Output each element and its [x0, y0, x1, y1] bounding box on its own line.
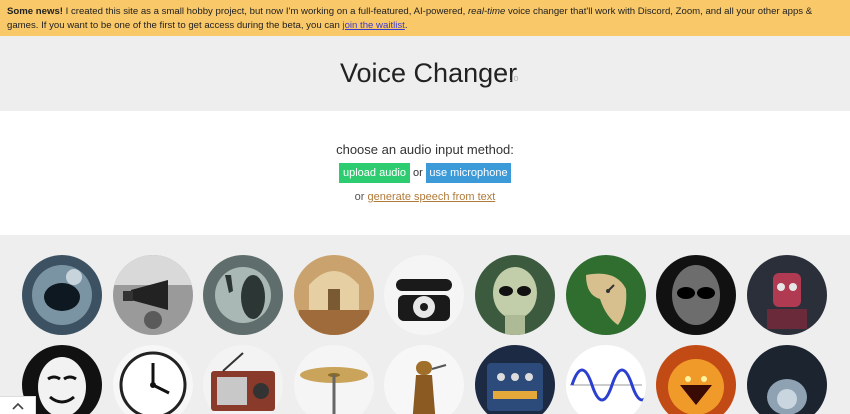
announcement-banner: Some news! I created this site as a smal… — [0, 0, 850, 36]
or-label: or — [413, 167, 423, 179]
voice-alien[interactable] — [475, 255, 555, 335]
voice-robot[interactable] — [747, 255, 827, 335]
voice-ghost[interactable] — [203, 255, 283, 335]
scroll-top-button[interactable] — [0, 396, 36, 414]
voice-grey-alien[interactable] — [656, 255, 736, 335]
generate-speech-link[interactable]: generate speech from text — [368, 191, 496, 203]
banner-text-3: . — [404, 19, 408, 31]
voice-telephone[interactable] — [384, 255, 464, 335]
voice-church[interactable] — [294, 255, 374, 335]
chevron-up-icon — [11, 397, 24, 414]
voice-cave[interactable] — [22, 255, 102, 335]
use-microphone-button[interactable]: use microphone — [426, 163, 511, 183]
input-method-prompt: choose an audio input method: — [336, 142, 514, 157]
banner-text-1: I created this site as a small hobby pro… — [62, 6, 468, 17]
voice-megaphone[interactable] — [113, 255, 193, 335]
generate-speech-prefix: or — [354, 191, 368, 203]
voice-melting-clock[interactable] — [566, 255, 646, 335]
banner-emphasis: real-time — [467, 6, 506, 17]
banner-lead: Some news! — [7, 6, 63, 17]
waitlist-link[interactable]: join the waitlist — [342, 20, 404, 31]
input-method-panel — [0, 111, 850, 235]
generate-speech-line: or generate speech from text — [0, 191, 850, 203]
upload-audio-button[interactable]: upload audio — [339, 163, 410, 183]
title-suffix: .io — [509, 73, 519, 83]
page-title: Voice Changer — [340, 58, 518, 88]
